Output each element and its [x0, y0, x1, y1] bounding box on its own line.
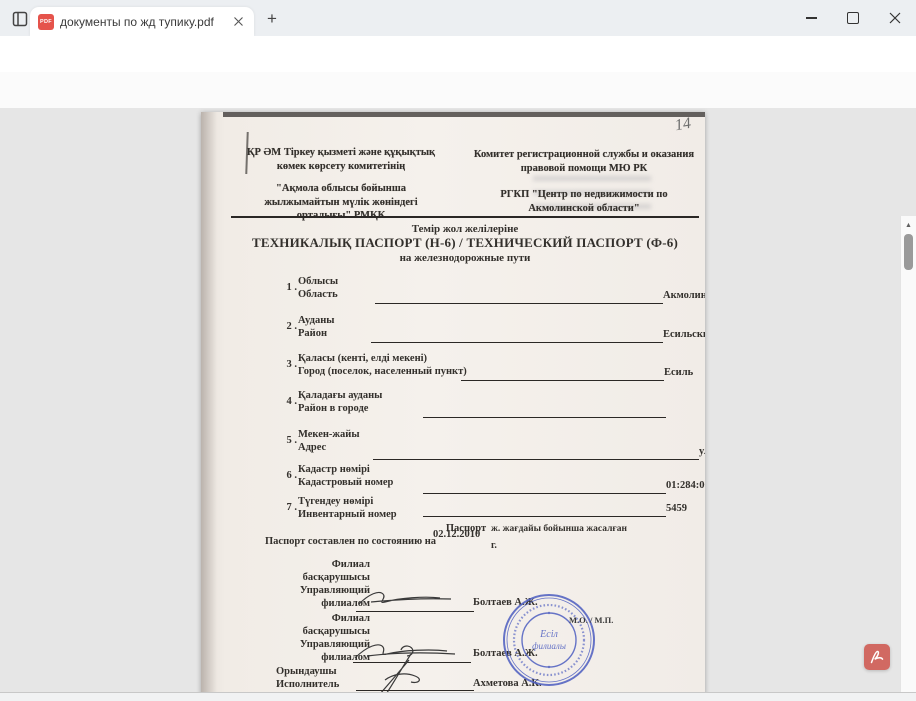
field-label: Кадастр нөмірі Кадастровый номер	[298, 463, 393, 489]
passport-year-abbrev: г.	[491, 540, 497, 551]
role-line: Филиал	[331, 613, 370, 624]
field-label-kk: Ауданы	[298, 315, 335, 326]
field-label: Қаласы (кенті, елді мекені) Город (посело…	[298, 352, 467, 378]
field-number: 1 .	[286, 282, 298, 293]
role-line: басқарушысы	[302, 626, 370, 637]
signature-role-manager-1: Филиал басқарушысы Управляющий филиалом	[201, 558, 370, 610]
header-right-ru-center: РГКП "Центр по недвижимости по Акмолинск…	[500, 189, 668, 214]
signature-line	[356, 597, 474, 612]
navigation-bar: Файл C:/Users/user/Desktop/Тупик%20Есиль…	[0, 36, 916, 104]
vertical-scrollbar[interactable]: ▲ ▼	[900, 216, 916, 692]
minimize-icon	[805, 17, 817, 19]
field-label-ru: Кадастровый номер	[298, 477, 394, 488]
field-label-kk: Түгендеу нөмірі	[298, 496, 374, 507]
acrobat-icon	[868, 648, 886, 666]
field-value: Акмолинская	[663, 290, 705, 301]
pdf-viewer: 14 ҚР ӘМ Тіркеу қызметі және құқықтық кө…	[0, 108, 916, 692]
header-rule	[231, 216, 699, 218]
window-controls	[790, 0, 916, 36]
tab-close-icon[interactable]	[230, 14, 246, 30]
field-value-line: Есиль	[461, 366, 693, 381]
role-line: Орындаушы	[276, 666, 337, 677]
field-label: Түгендеу нөмірі Инвентарный номер	[298, 495, 397, 521]
field-value-line: 01:284:002:716	[423, 479, 705, 494]
field-value: Есильский	[663, 329, 705, 340]
browser-tab[interactable]: PDF документы по жд тупику.pdf	[30, 7, 254, 36]
close-button[interactable]	[874, 0, 916, 36]
field-value-line: Акмолинская	[375, 289, 705, 304]
field-number: 4 .	[286, 396, 298, 407]
browser-window: PDF документы по жд тупику.pdf + Файл C:…	[0, 0, 916, 701]
maximize-button[interactable]	[832, 0, 874, 36]
field-label: Қаладағы ауданы Район в городе	[298, 389, 382, 415]
field-label-ru: Район	[298, 328, 328, 339]
handwritten-page-number: 14	[673, 114, 693, 135]
pdf-toolbar: A a из 13	[0, 72, 916, 174]
doc-title-ru: на железнодорожные пути	[399, 252, 531, 264]
field-label-kk: Қаладағы ауданы	[298, 390, 383, 401]
field-value: ул. Промзона, ст-е 1/6 ж.д. подьездной п…	[699, 446, 705, 457]
doc-title-kk: Темір жол желілеріне	[411, 223, 519, 235]
passport-label-ru: Паспорт составлен по состоянию на	[265, 536, 437, 547]
role-line: Управляющий	[299, 639, 370, 650]
field-label-ru: Область	[298, 289, 338, 300]
field-label-kk: Мекен-жайы	[298, 429, 360, 440]
field-label: Мекен-жайы Адрес	[298, 428, 360, 454]
tab-actions-button[interactable]	[10, 9, 30, 29]
official-stamp: Есіл филиалы	[503, 594, 595, 686]
scroll-up-icon[interactable]: ▲	[901, 218, 916, 232]
passport-date: 02.12.2010	[433, 529, 481, 540]
close-icon	[889, 12, 901, 24]
maximize-icon	[847, 12, 859, 24]
doc-title-main: ТЕХНИКАЛЫҚ ПАСПОРТ (Н-6) / ТЕХНИЧЕСКИЙ П…	[251, 235, 679, 250]
field-label-kk: Облысы	[298, 276, 339, 287]
field-value-line: Есильский	[371, 328, 705, 343]
tab-title: документы по жд тупику.pdf	[60, 14, 214, 29]
field-value-line	[423, 403, 666, 418]
field-label-kk: Кадастр нөмірі	[298, 464, 370, 475]
signature-line	[356, 676, 474, 691]
field-value: Есиль	[664, 367, 694, 378]
field-value: 5459	[666, 503, 687, 514]
field-value-line: ул. Промзона, ст-е 1/6 ж.д. подьездной п…	[373, 445, 705, 460]
scan-edge-artifact	[223, 112, 705, 117]
pdf-file-icon: PDF	[38, 13, 54, 30]
document-page: 14 ҚР ӘМ Тіркеу қызметі және құқықтық кө…	[201, 112, 705, 692]
field-value-line: 5459	[423, 502, 687, 517]
field-label-kk: Қаласы (кенті, елді мекені)	[298, 353, 428, 364]
field-label-ru: Район в городе	[298, 403, 369, 414]
role-line: Управляющий	[299, 585, 370, 596]
field-value: 01:284:002:716	[666, 480, 705, 491]
signature-role-manager-2: Филиал басқарушысы Управляющий филиалом	[201, 612, 370, 664]
field-label: Облысы Область	[298, 275, 338, 301]
new-tab-button[interactable]: +	[262, 9, 282, 29]
passport-label-kk2: ж. жағдайы бойынша жасалған	[491, 524, 627, 534]
role-line: филиалом	[321, 598, 370, 609]
minimize-button[interactable]	[790, 0, 832, 36]
signature-line	[353, 648, 471, 663]
role-line: Исполнитель	[276, 679, 340, 690]
role-line: филиалом	[321, 652, 370, 663]
stamp-text-2: филиалы	[532, 641, 566, 651]
tab-actions-icon	[11, 10, 29, 28]
field-number: 6 .	[286, 470, 298, 481]
field-number: 2 .	[286, 321, 298, 332]
header-left-kk-committee: ҚР ӘМ Тіркеу қызметі және құқықтық көмек…	[246, 147, 436, 172]
role-line: басқарушысы	[302, 572, 370, 583]
role-line: Филиал	[331, 559, 370, 570]
header-right-ru-committee: Комитет регистрационной службы и оказани…	[473, 149, 695, 174]
field-number: 3 .	[286, 359, 298, 370]
scrollbar-thumb[interactable]	[904, 234, 913, 270]
field-number: 5 .	[286, 435, 298, 446]
open-in-acrobat-button[interactable]	[864, 644, 890, 670]
field-number: 7 .	[286, 502, 298, 513]
signature-role-executor: Орындаушы Исполнитель	[276, 665, 339, 691]
seal-abbreviation: М.О. / М.П.	[569, 615, 614, 625]
field-label-ru: Адрес	[298, 442, 327, 453]
field-label-ru: Инвентарный номер	[298, 509, 397, 520]
field-label-ru: Город (поселок, населенный пункт)	[298, 366, 467, 377]
title-bar: PDF документы по жд тупику.pdf +	[0, 0, 916, 36]
stamp-text-1: Есіл	[539, 629, 558, 640]
field-label: Ауданы Район	[298, 314, 334, 340]
